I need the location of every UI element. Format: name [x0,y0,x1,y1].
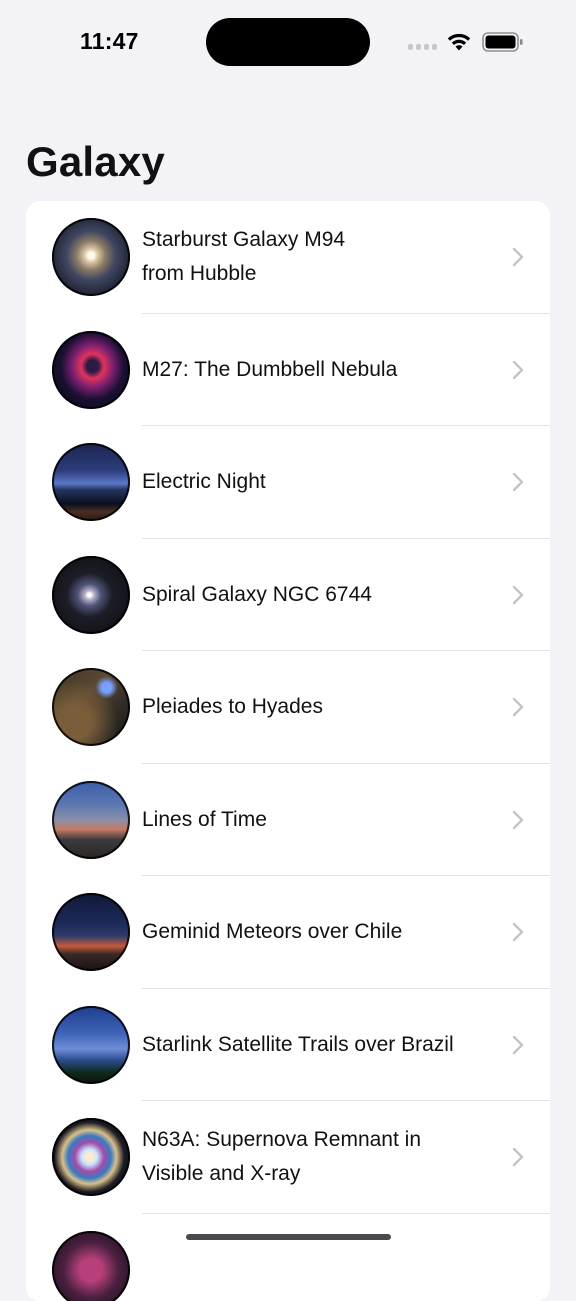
chevron-right-icon [512,247,524,267]
list-item[interactable]: N63A: Supernova Remnant in Visible and X… [26,1101,550,1214]
thumbnail-image [52,781,130,859]
thumbnail-image [52,556,130,634]
list-item[interactable] [26,1214,550,1301]
chevron-right-icon [512,585,524,605]
item-label: Spiral Galaxy NGC 6744 [142,578,502,612]
galaxy-list: Starburst Galaxy M94 from Hubble M27: Th… [26,201,550,1301]
item-label: Electric Night [142,465,502,499]
thumbnail-image [52,443,130,521]
chevron-right-icon [512,697,524,717]
list-item[interactable]: Pleiades to Hyades [26,651,550,764]
thumbnail-image [52,1006,130,1084]
chevron-right-icon [512,360,524,380]
thumbnail-image [52,668,130,746]
thumbnail-image [52,218,130,296]
item-label: Starlink Satellite Trails over Brazil [142,1028,512,1062]
page-title: Galaxy [26,138,165,186]
status-bar: 11:47 [0,0,576,86]
chevron-right-icon [512,810,524,830]
item-label: Lines of Time [142,803,502,837]
item-label: N63A: Supernova Remnant in Visible and X… [142,1123,502,1191]
list-item[interactable]: Geminid Meteors over Chile [26,876,550,989]
chevron-right-icon [512,1147,524,1167]
list-item[interactable]: Lines of Time [26,764,550,877]
home-indicator[interactable] [186,1234,391,1240]
item-label: M27: The Dumbbell Nebula [142,353,502,387]
cellular-signal-icon [408,44,438,52]
thumbnail-image [52,893,130,971]
thumbnail-image [52,1231,130,1301]
item-label: Starburst Galaxy M94 from Hubble [142,223,502,291]
list-item[interactable]: M27: The Dumbbell Nebula [26,314,550,427]
list-item[interactable]: Starburst Galaxy M94 from Hubble [26,201,550,314]
list-item[interactable]: Spiral Galaxy NGC 6744 [26,539,550,652]
chevron-right-icon [512,922,524,942]
list-item[interactable]: Starlink Satellite Trails over Brazil [26,989,550,1102]
thumbnail-image [52,331,130,409]
chevron-right-icon [512,472,524,492]
chevron-right-icon [512,1035,524,1055]
status-time: 11:47 [80,28,139,55]
battery-icon [482,32,524,52]
item-label: Pleiades to Hyades [142,690,502,724]
thumbnail-image [52,1118,130,1196]
list-item[interactable]: Electric Night [26,426,550,539]
wifi-icon [445,30,473,52]
item-label: Geminid Meteors over Chile [142,915,502,949]
dynamic-island [206,18,370,66]
